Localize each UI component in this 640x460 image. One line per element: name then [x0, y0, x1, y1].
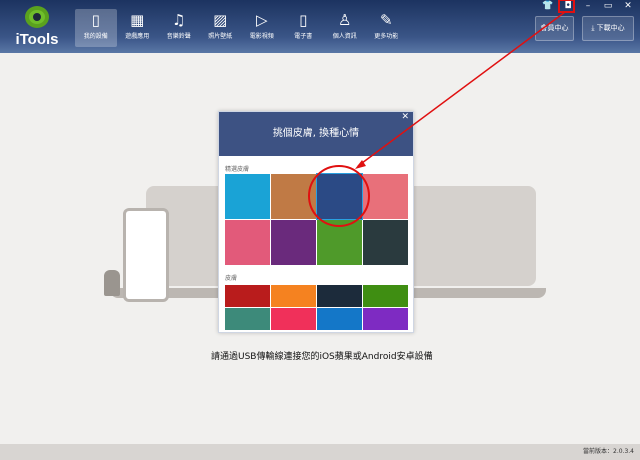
- wrench-icon: ✎: [379, 11, 393, 29]
- nav-music[interactable]: ♫ 音樂鈴聲: [158, 9, 200, 47]
- skin-tile-purple-sparkle[interactable]: [271, 220, 316, 265]
- music-note-icon: ♫: [172, 11, 186, 29]
- nav-label: 電子書: [294, 33, 313, 40]
- color-skin-tile[interactable]: [363, 285, 408, 307]
- nav-label: 遊戲應用: [125, 33, 150, 40]
- skin-picker-dialog: 挑個皮膚, 換種心情 ✕ 精選皮膚 皮膚: [218, 111, 414, 333]
- color-skin-tile[interactable]: [225, 308, 270, 330]
- android-icon: [104, 270, 120, 296]
- book-icon: ▯: [299, 11, 308, 29]
- skin-tile-dark-bokeh[interactable]: [363, 220, 408, 265]
- restore-icon[interactable]: ▭: [602, 1, 614, 11]
- member-label: 會員中心: [540, 24, 569, 32]
- featured-skins-label: 精選皮膚: [225, 166, 250, 173]
- color-skins-label: 皮膚: [225, 275, 238, 282]
- member-center-button[interactable]: 會員中心: [535, 16, 574, 41]
- itools-logo[interactable]: iTools: [12, 6, 62, 48]
- minimize-icon[interactable]: –: [582, 1, 594, 11]
- version-label: 當前版本：2.0.3.4: [583, 448, 634, 455]
- skin-tile-teddy-bear[interactable]: [271, 174, 316, 219]
- nav-label: 個人資訊: [332, 33, 357, 40]
- dialog-title: 挑個皮膚, 換種心情: [272, 128, 360, 139]
- skin-tile-pink-face[interactable]: [225, 220, 270, 265]
- nav-personal-info[interactable]: ♙ 個人資訊: [324, 9, 366, 47]
- color-skin-tile[interactable]: [271, 285, 316, 307]
- main-nav: ▯ 我的設備 ▦ 遊戲應用 ♫ 音樂鈴聲 ▨ 照片壁紙 ▷ 電影視頻 ▯ 電子書 ♙ 個人資訊…: [75, 9, 407, 47]
- close-icon[interactable]: ✕: [622, 1, 634, 11]
- skin-tile-green-football[interactable]: [317, 220, 362, 265]
- image-icon: ▨: [213, 11, 228, 29]
- nav-ebooks[interactable]: ▯ 電子書: [283, 9, 325, 47]
- logo-icon: [25, 6, 49, 28]
- color-skin-tile[interactable]: [363, 308, 408, 330]
- nav-label: 照片壁紙: [208, 33, 233, 40]
- status-bar: 當前版本：2.0.3.4: [0, 444, 640, 460]
- settings-icon[interactable]: ◘: [562, 1, 574, 11]
- tablet-icon: ▯: [91, 11, 100, 29]
- skin-tile-blue[interactable]: [225, 174, 270, 219]
- user-icon: ♙: [338, 11, 352, 29]
- featured-skins-grid: [225, 173, 413, 265]
- app-name: iTools: [15, 31, 59, 48]
- window-controls: 👕 ◘ – ▭ ✕: [542, 1, 634, 11]
- nav-label: 電影視頻: [249, 33, 274, 40]
- play-icon: ▷: [255, 11, 268, 29]
- nav-games-apps[interactable]: ▦ 遊戲應用: [117, 9, 159, 47]
- nav-photos[interactable]: ▨ 照片壁紙: [200, 9, 242, 47]
- color-skin-tile[interactable]: [317, 285, 362, 307]
- color-skin-tile[interactable]: [271, 308, 316, 330]
- download-icon: ⤓: [591, 24, 595, 32]
- dialog-close-icon[interactable]: ✕: [401, 112, 409, 122]
- color-skin-tile[interactable]: [225, 285, 270, 307]
- dialog-header: 挑個皮膚, 換種心情 ✕: [219, 112, 413, 156]
- color-skins-grid: [225, 285, 413, 330]
- nav-label: 音樂鈴聲: [166, 33, 191, 40]
- connect-device-message: 請通過USB傳輸線連接您的iOS蘋果或Android安卓設備: [211, 352, 433, 362]
- color-skin-tile[interactable]: [317, 308, 362, 330]
- nav-label: 我的設備: [83, 33, 108, 40]
- skin-icon[interactable]: 👕: [542, 1, 554, 11]
- header: iTools ▯ 我的設備 ▦ 遊戲應用 ♫ 音樂鈴聲 ▨ 照片壁紙 ▷ 電影視頻 ▯ 電子…: [0, 0, 640, 53]
- nav-videos[interactable]: ▷ 電影視頻: [241, 9, 283, 47]
- apps-grid-icon: ▦: [130, 11, 145, 29]
- nav-more[interactable]: ✎ 更多功能: [366, 9, 408, 47]
- nav-my-device[interactable]: ▯ 我的設備: [75, 9, 117, 47]
- download-label: 下載中心: [596, 24, 625, 32]
- download-center-button[interactable]: ⤓ 下載中心: [582, 16, 634, 41]
- nav-label: 更多功能: [374, 33, 399, 40]
- skin-tile-pink-flowers[interactable]: [363, 174, 408, 219]
- skin-tile-blue-sky-itools[interactable]: [316, 173, 363, 220]
